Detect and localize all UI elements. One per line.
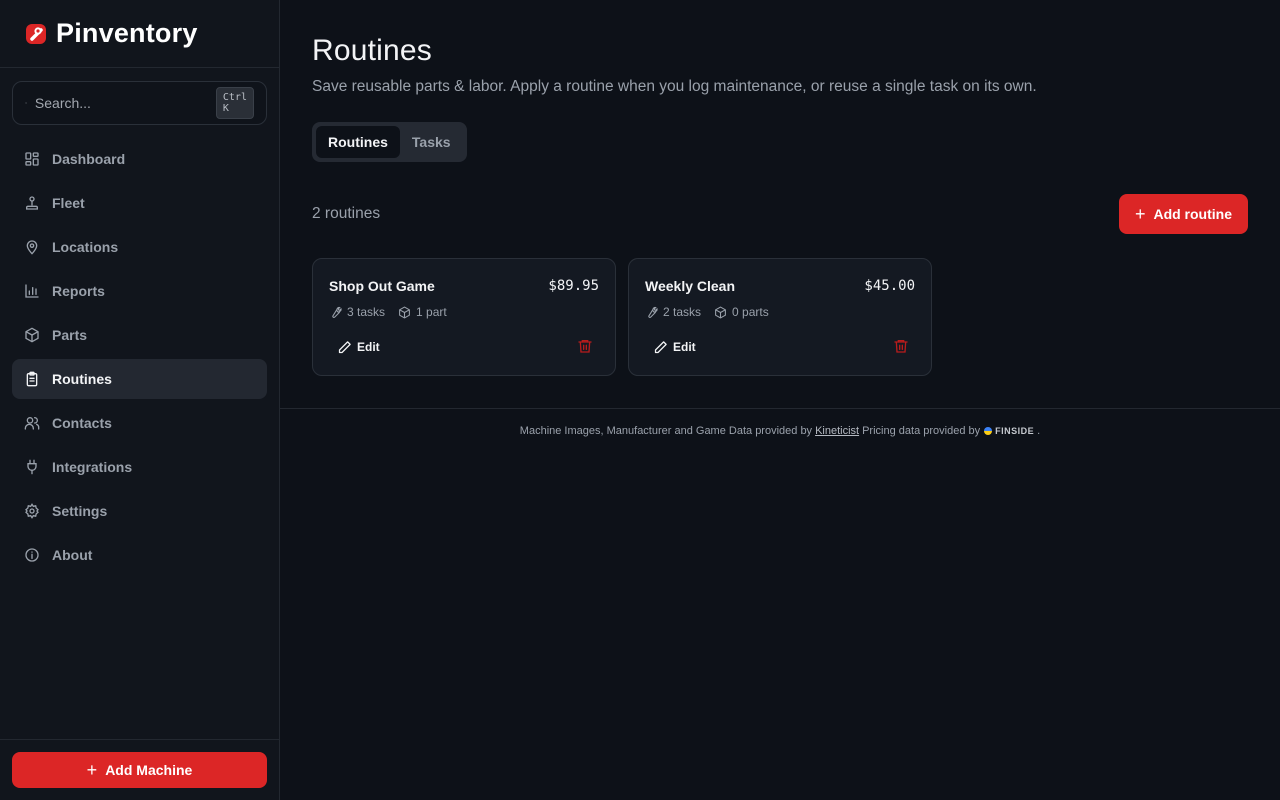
sidebar-footer: + Add Machine	[0, 739, 279, 800]
sidebar-item-label: Contacts	[52, 415, 112, 431]
trash-icon[interactable]	[893, 338, 909, 354]
routine-part-count: 1 part	[398, 305, 447, 319]
edit-label: Edit	[673, 340, 696, 354]
add-routine-button[interactable]: + Add routine	[1118, 194, 1248, 234]
kineticist-link[interactable]: Kineticist	[815, 425, 859, 437]
sidebar-item-label: Dashboard	[52, 151, 126, 167]
sidebar-item-integrations[interactable]: Integrations	[12, 447, 267, 487]
sidebar-item-label: About	[52, 547, 93, 563]
app-name: Pinventory	[56, 18, 198, 48]
finside-logo-icon	[984, 426, 993, 435]
main-content: Routines Save reusable parts & labor. Ap…	[280, 0, 1280, 800]
sidebar-item-reports[interactable]: Reports	[12, 271, 267, 311]
sidebar-item-parts[interactable]: Parts	[12, 315, 267, 355]
sidebar-item-routines[interactable]: Routines	[12, 359, 267, 399]
users-icon	[24, 417, 40, 430]
package-icon	[715, 306, 726, 318]
sidebar-item-label: Integrations	[52, 459, 133, 475]
trash-icon[interactable]	[577, 338, 593, 354]
sidebar-item-label: Fleet	[52, 195, 85, 211]
tab-bar: Routines Tasks	[312, 122, 467, 162]
sidebar-item-label: Reports	[52, 283, 105, 299]
task-count-text: 2 tasks	[663, 305, 702, 319]
part-count-text: 0 parts	[732, 305, 769, 319]
plug-icon	[27, 459, 37, 475]
sidebar-item-locations[interactable]: Locations	[12, 227, 267, 267]
routine-task-count: 2 tasks	[645, 305, 701, 319]
map-pin-icon	[26, 240, 38, 255]
edit-label: Edit	[357, 340, 380, 354]
routine-count: 2 routines	[312, 205, 381, 222]
task-count-text: 3 tasks	[347, 305, 386, 319]
search-input[interactable]	[34, 95, 216, 111]
routine-part-count: 0 parts	[714, 305, 769, 319]
search-box[interactable]: Ctrl K	[12, 81, 267, 125]
page-footer: Machine Images, Manufacturer and Game Da…	[280, 408, 1280, 452]
finside-logo[interactable]: FINSIDE	[984, 426, 1034, 436]
sidebar: Pinventory Ctrl K Dashboard Fleet Locati…	[0, 0, 280, 800]
pencil-icon	[654, 340, 667, 353]
sidebar-item-dashboard[interactable]: Dashboard	[12, 139, 267, 179]
page-title: Routines	[312, 34, 433, 67]
package-icon	[399, 306, 410, 318]
brand[interactable]: Pinventory	[0, 0, 279, 68]
search-icon	[25, 102, 27, 104]
wrench-icon	[332, 306, 342, 318]
footer-end: .	[1037, 424, 1041, 437]
sidebar-item-about[interactable]: About	[12, 535, 267, 575]
plus-icon: +	[1134, 204, 1146, 224]
finside-brand: FINSIDE	[995, 425, 1035, 436]
footer-pricing-text: Pricing data provided by	[862, 424, 981, 437]
bar-chart-icon	[25, 284, 39, 298]
joystick-icon	[26, 196, 38, 210]
sidebar-nav: Dashboard Fleet Locations Reports Parts …	[12, 139, 267, 579]
search-shortcut-badge: Ctrl K	[215, 87, 254, 119]
pencil-icon	[338, 340, 351, 353]
sidebar-item-label: Settings	[52, 503, 108, 519]
add-machine-button[interactable]: + Add Machine	[12, 752, 267, 788]
footer-text: Machine Images, Manufacturer and Game Da…	[519, 424, 813, 437]
wrench-icon	[648, 306, 658, 318]
sidebar-item-settings[interactable]: Settings	[12, 491, 267, 531]
routine-price: $89.95	[548, 278, 599, 294]
routine-task-count: 3 tasks	[329, 305, 385, 319]
sidebar-item-label: Routines	[52, 371, 112, 387]
sidebar-item-fleet[interactable]: Fleet	[12, 183, 267, 223]
routine-meta: 2 tasks 0 parts	[645, 305, 782, 319]
edit-button[interactable]: Edit	[645, 335, 704, 359]
sidebar-item-label: Locations	[52, 239, 119, 255]
sidebar-item-contacts[interactable]: Contacts	[12, 403, 267, 443]
clipboard-icon	[26, 371, 38, 387]
part-count-text: 1 part	[416, 305, 447, 319]
routine-card[interactable]: Weekly Clean $45.00 2 tasks 0 parts Edit	[628, 258, 932, 376]
package-icon	[25, 327, 39, 343]
routine-name: Weekly Clean	[645, 278, 736, 294]
dashboard-icon	[25, 152, 39, 166]
routine-meta: 3 tasks 1 part	[329, 305, 460, 319]
tab-routines[interactable]: Routines	[316, 126, 400, 158]
add-routine-label: Add routine	[1153, 206, 1232, 222]
sidebar-item-label: Parts	[52, 327, 88, 343]
pinventory-logo-icon	[26, 23, 46, 44]
info-icon	[25, 548, 39, 562]
gear-icon	[25, 503, 39, 519]
routine-price: $45.00	[864, 278, 915, 294]
routine-name: Shop Out Game	[329, 278, 435, 294]
plus-icon: +	[86, 760, 98, 780]
routine-card[interactable]: Shop Out Game $89.95 3 tasks 1 part Edit	[312, 258, 616, 376]
edit-button[interactable]: Edit	[329, 335, 388, 359]
page-subtitle: Save reusable parts & labor. Apply a rou…	[312, 78, 1037, 95]
tab-tasks[interactable]: Tasks	[400, 126, 463, 158]
add-machine-label: Add Machine	[105, 762, 193, 778]
